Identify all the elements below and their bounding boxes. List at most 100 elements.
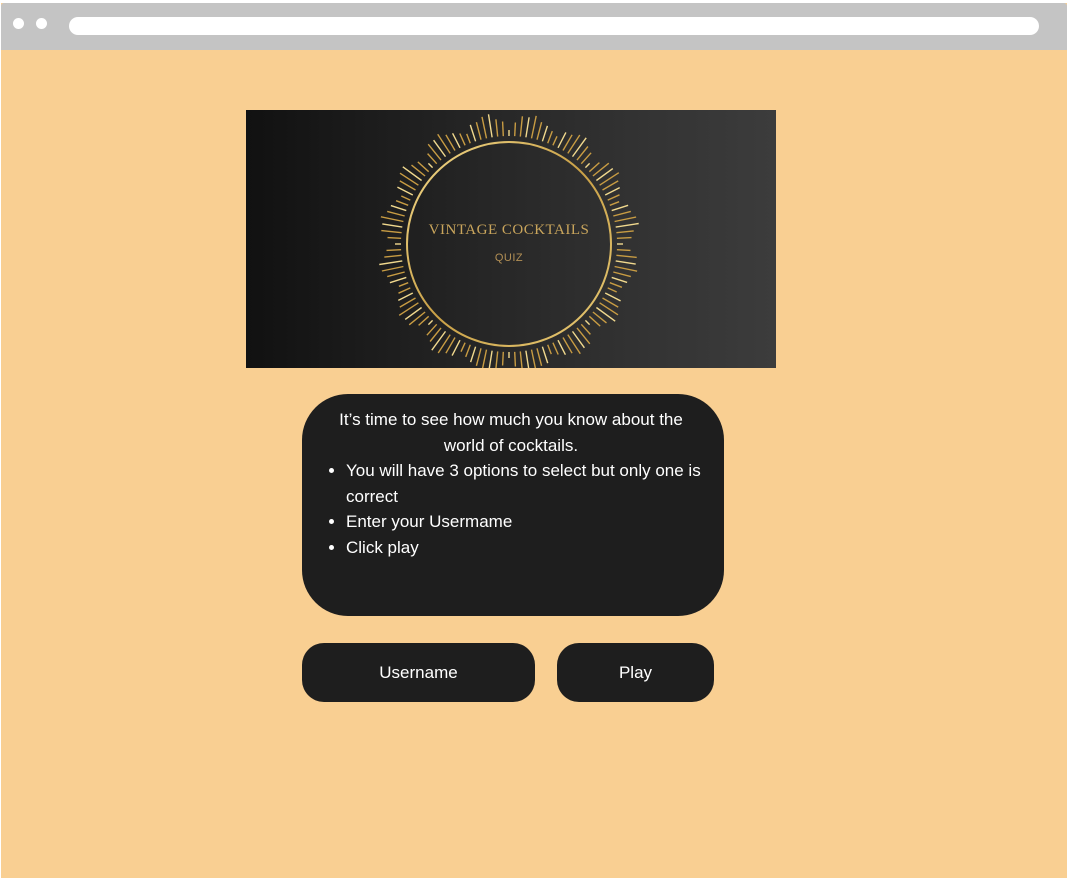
- sunburst-ray: [495, 119, 499, 137]
- sunburst-ray: [580, 323, 591, 335]
- address-bar[interactable]: [69, 17, 1039, 35]
- sunburst-ray: [397, 292, 414, 302]
- sunburst-ray: [481, 116, 488, 139]
- play-button[interactable]: Play: [557, 643, 714, 702]
- sunburst-ray: [451, 132, 461, 149]
- sunburst-ray: [501, 351, 504, 366]
- sunburst-ray: [580, 152, 592, 165]
- sunburst-ray: [536, 348, 543, 366]
- instructions-panel: It’s time to see how much you know about…: [302, 394, 724, 616]
- sunburst-ray: [615, 222, 639, 228]
- sunburst-ray: [501, 121, 504, 137]
- sunburst-ray: [536, 122, 543, 140]
- sunburst-ray: [584, 162, 591, 169]
- sunburst-ray: [530, 115, 537, 139]
- sunburst-ray: [557, 132, 567, 149]
- sunburst-ray: [451, 339, 461, 356]
- sunburst-ray: [530, 349, 537, 368]
- sunburst-ray: [557, 339, 567, 356]
- sunburst-ray: [427, 153, 438, 165]
- sunburst-ray: [384, 254, 402, 258]
- sunburst-ray: [387, 271, 405, 278]
- sunburst-ray: [417, 161, 430, 173]
- sunburst-ray: [380, 216, 404, 223]
- rule-item: You will have 3 options to select but on…: [346, 458, 718, 509]
- sunburst-ray: [615, 260, 636, 265]
- sunburst-ray: [588, 162, 600, 173]
- sunburst-ray: [614, 216, 637, 223]
- sunburst-ray: [519, 116, 524, 137]
- sunburst-ray: [427, 319, 434, 326]
- sunburst-ray: [604, 186, 621, 196]
- sunburst-ray: [386, 249, 402, 252]
- sunburst-ray: [475, 122, 482, 140]
- sunburst-ray: [567, 334, 581, 355]
- sunburst-ray: [514, 351, 517, 367]
- sunburst-ray: [395, 200, 409, 206]
- sunburst-ray: [418, 315, 430, 326]
- sunburst-ray: [609, 201, 620, 206]
- sunburst-ray: [487, 114, 493, 138]
- sunburst-ray: [519, 351, 523, 368]
- sunburst-ray: [584, 319, 591, 326]
- sunburst-ray: [616, 230, 634, 234]
- browser-window: VINTAGE COCKTAILS QUIZ It’s time to see …: [1, 3, 1067, 878]
- window-control-dot[interactable]: [13, 18, 24, 29]
- sunburst-logo: VINTAGE COCKTAILS QUIZ: [379, 114, 639, 368]
- rules-list: You will have 3 options to select but on…: [302, 458, 724, 560]
- logo-ring: [406, 141, 612, 347]
- sunburst-ray: [547, 130, 553, 144]
- sunburst-ray: [611, 204, 629, 212]
- sunburst-ray: [607, 287, 617, 293]
- sunburst-ray: [427, 162, 434, 169]
- sunburst-ray: [398, 302, 419, 316]
- sunburst-ray: [387, 210, 405, 217]
- sunburst-ray: [616, 249, 631, 252]
- sunburst-ray: [389, 276, 407, 284]
- sunburst-ray: [613, 210, 631, 217]
- sunburst-ray: [437, 133, 451, 154]
- username-button[interactable]: Username: [302, 643, 535, 702]
- sunburst-ray: [469, 346, 477, 363]
- sunburst-ray: [459, 133, 466, 146]
- sunburst-ray: [481, 349, 488, 368]
- logo-title: VINTAGE COCKTAILS: [429, 222, 590, 238]
- sunburst-ray: [525, 117, 530, 138]
- sunburst-ray: [426, 323, 438, 336]
- sunburst-ray: [525, 350, 530, 368]
- sunburst-ray: [381, 229, 402, 234]
- sunburst-ray: [402, 166, 423, 182]
- sunburst-ray: [514, 122, 517, 137]
- sunburst-ray: [616, 254, 637, 259]
- sunburst-ray: [571, 137, 587, 158]
- intro-text: It’s time to see how much you know about…: [339, 410, 683, 455]
- rule-item: Enter your Usermame: [346, 509, 718, 535]
- sunburst-ray: [465, 344, 471, 358]
- logo-subtitle: QUIZ: [495, 252, 523, 264]
- sunburst-ray: [469, 124, 477, 142]
- sunburst-ray: [398, 282, 409, 287]
- sunburst-ray: [609, 282, 623, 288]
- sunburst-ray: [552, 136, 558, 146]
- sunburst-ray: [541, 125, 549, 142]
- sunburst-ray: [379, 260, 403, 266]
- sunburst-ray: [381, 265, 404, 272]
- browser-titlebar: [1, 3, 1067, 50]
- sunburst-ray: [401, 195, 411, 201]
- sunburst-ray: [607, 194, 620, 201]
- sunburst-ray: [466, 133, 471, 144]
- sunburst-ray: [475, 348, 482, 366]
- sunburst-ray: [397, 186, 414, 196]
- sunburst-ray: [460, 342, 466, 352]
- sunburst-ray: [387, 236, 402, 239]
- sunburst-ray: [398, 287, 411, 294]
- quiz-banner: VINTAGE COCKTAILS QUIZ: [246, 110, 776, 368]
- sunburst-ray: [595, 306, 616, 322]
- sunburst-ray: [390, 204, 407, 212]
- window-control-dot[interactable]: [36, 18, 47, 29]
- sunburst-ray: [495, 351, 499, 368]
- sunburst-ray: [552, 342, 559, 355]
- sunburst-ray: [488, 350, 493, 368]
- sunburst-ray: [382, 223, 403, 228]
- rule-item: Click play: [346, 535, 718, 561]
